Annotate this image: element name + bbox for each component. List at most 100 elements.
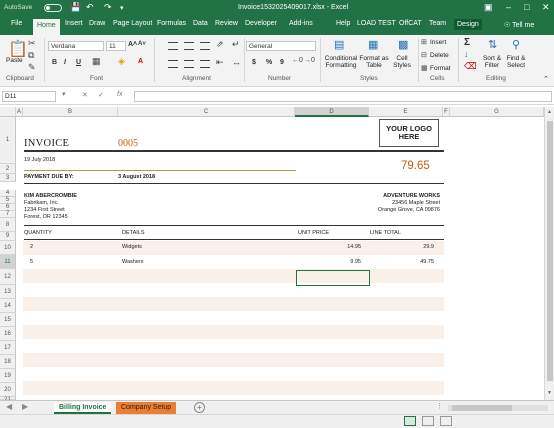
name-box-dropdown-icon[interactable]: ▾ — [62, 90, 66, 98]
underline-button[interactable]: U — [76, 59, 81, 66]
row-header[interactable]: 14 — [0, 299, 16, 313]
row-header[interactable]: 10 — [0, 241, 16, 255]
row-header[interactable]: 12 — [0, 269, 16, 285]
tab-data[interactable]: Data — [193, 20, 208, 27]
fill-color-icon[interactable]: ◈ — [118, 56, 125, 67]
tab-review[interactable]: Review — [215, 20, 238, 27]
normal-view-icon[interactable] — [404, 416, 416, 426]
customize-qat-icon[interactable]: ▾ — [120, 4, 124, 12]
paste-button[interactable]: Paste — [6, 57, 23, 64]
increase-font-icon[interactable]: A˄ — [128, 41, 137, 48]
row-header[interactable]: 8 — [0, 218, 16, 232]
align-right-icon[interactable] — [200, 60, 210, 68]
row-header[interactable]: 9 — [0, 232, 16, 241]
fill-icon[interactable]: ↓ — [464, 49, 469, 59]
merge-center-icon[interactable]: ↔ — [232, 57, 241, 67]
page-layout-view-icon[interactable] — [422, 416, 434, 426]
decrease-font-icon[interactable]: A˅ — [138, 41, 146, 47]
insert-cells-button[interactable]: Insert — [430, 39, 446, 46]
row-header[interactable]: 11 — [0, 255, 16, 269]
tab-home[interactable]: Home — [33, 19, 60, 35]
tab-insert[interactable]: Insert — [65, 20, 83, 27]
cut-icon[interactable]: ✂ — [28, 38, 36, 49]
increase-decimal-icon[interactable]: ←0 — [292, 57, 303, 64]
horizontal-scrollbar[interactable] — [448, 405, 548, 411]
format-cells-icon[interactable]: ▦ — [421, 64, 428, 72]
cell-styles-icon[interactable]: ▩ — [398, 38, 408, 51]
delete-cells-button[interactable]: Delete — [430, 52, 449, 59]
tab-formulas[interactable]: Formulas — [157, 20, 186, 27]
column-header[interactable]: C — [118, 107, 295, 117]
autosum-icon[interactable]: Σ — [464, 37, 470, 48]
number-format-select[interactable]: General — [246, 41, 316, 51]
column-header[interactable]: F — [443, 107, 450, 117]
scrollbar-thumb[interactable] — [452, 405, 512, 411]
sheet-tab-billing-invoice[interactable]: Billing Invoice — [54, 402, 112, 414]
next-sheet-icon[interactable]: ▶ — [22, 402, 28, 411]
row-header[interactable]: 5 — [0, 197, 16, 204]
cancel-entry-icon[interactable]: ✕ — [82, 91, 88, 99]
decrease-decimal-icon[interactable]: →0 — [304, 57, 315, 64]
row-header[interactable]: 16 — [0, 327, 16, 341]
align-center-icon[interactable] — [184, 60, 194, 68]
selected-cell[interactable] — [296, 270, 370, 286]
format-painter-icon[interactable]: ✎ — [28, 62, 36, 73]
minimize-icon[interactable]: – — [506, 2, 511, 12]
indent-icon[interactable]: ⇤ — [216, 57, 224, 68]
tab-team[interactable]: Team — [429, 20, 446, 27]
row-header[interactable]: 7 — [0, 211, 16, 218]
scroll-up-icon[interactable]: ▲ — [547, 109, 552, 115]
tab-draw[interactable]: Draw — [89, 20, 105, 27]
ribbon-options-icon[interactable]: ▣ — [484, 2, 493, 13]
worksheet-grid[interactable]: INVOICE 0005 YOUR LOGO HERE 19 July 2018… — [16, 117, 544, 400]
row-header[interactable]: 17 — [0, 341, 16, 355]
comma-button[interactable]: 9 — [280, 59, 284, 66]
bottom-align-icon[interactable] — [200, 42, 210, 50]
insert-function-icon[interactable]: fx — [117, 91, 122, 98]
column-header[interactable]: E — [369, 107, 443, 117]
orientation-icon[interactable]: ⇗ — [216, 39, 224, 50]
borders-icon[interactable]: ▦ — [92, 56, 101, 67]
tab-page-layout[interactable]: Page Layout — [113, 20, 152, 27]
font-size-select[interactable]: 11 — [106, 41, 126, 51]
collapse-ribbon-icon[interactable]: ⌃ — [543, 75, 549, 83]
column-header[interactable]: B — [23, 107, 118, 117]
row-header[interactable]: 18 — [0, 355, 16, 369]
page-break-view-icon[interactable] — [440, 416, 452, 426]
conditional-formatting-icon[interactable]: ▤ — [334, 38, 344, 51]
sheet-tab-company-setup[interactable]: Company Setup — [116, 402, 177, 414]
font-color-icon[interactable]: A — [138, 58, 143, 65]
format-as-table-icon[interactable]: ▦ — [368, 38, 378, 51]
name-box[interactable]: D11 — [2, 91, 56, 102]
tab-offcat[interactable]: OffCAT — [399, 20, 422, 27]
sort-filter-icon[interactable]: ⇅ — [488, 38, 497, 51]
scroll-down-icon[interactable]: ▼ — [547, 390, 552, 396]
tab-split-handle[interactable]: ⋮ — [436, 402, 443, 410]
row-header[interactable]: 19 — [0, 369, 16, 383]
close-icon[interactable]: ✕ — [542, 2, 550, 13]
confirm-entry-icon[interactable]: ✓ — [98, 91, 104, 99]
row-header[interactable]: 2 — [0, 164, 16, 174]
undo-icon[interactable]: ↶ — [86, 2, 94, 13]
column-header[interactable]: A — [16, 107, 23, 117]
tab-developer[interactable]: Developer — [245, 20, 277, 27]
currency-button[interactable]: $ — [252, 59, 256, 66]
save-icon[interactable]: 💾 — [70, 2, 81, 13]
paste-icon[interactable]: 📋 — [8, 39, 28, 59]
percent-button[interactable]: % — [266, 59, 272, 66]
column-header[interactable]: D — [295, 107, 369, 117]
tab-load-test[interactable]: LOAD TEST — [357, 20, 396, 27]
middle-align-icon[interactable] — [184, 42, 194, 50]
cell-styles-button[interactable]: Cell Styles — [390, 55, 414, 69]
find-select-icon[interactable]: ⚲ — [512, 38, 520, 51]
tab-add-ins[interactable]: Add-ins — [289, 20, 313, 27]
row-header[interactable]: 13 — [0, 285, 16, 299]
row-header[interactable]: 20 — [0, 383, 16, 397]
copy-icon[interactable]: ⧉ — [28, 50, 34, 61]
delete-cells-icon[interactable]: ⊟ — [421, 51, 427, 59]
conditional-formatting-button[interactable]: Conditional Formatting — [323, 55, 359, 69]
column-header[interactable]: G — [450, 107, 544, 117]
row-header[interactable]: 1 — [0, 117, 16, 164]
redo-icon[interactable]: ↷ — [104, 2, 112, 13]
select-all-corner[interactable] — [0, 107, 16, 117]
